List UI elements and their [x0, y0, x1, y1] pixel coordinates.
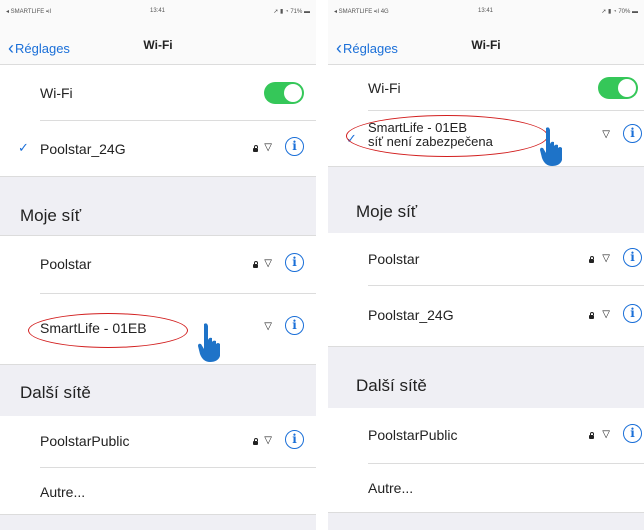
info-icon[interactable]: i: [285, 430, 304, 449]
lock-icon: [253, 145, 258, 152]
wifi-icon: ▽: [264, 142, 272, 153]
section-title: Další sítě: [20, 383, 91, 402]
wifi-icon: ▽: [264, 435, 272, 446]
wifi-icon: ▽: [602, 253, 610, 264]
lock-icon: [589, 432, 594, 439]
wifi-toggle[interactable]: [264, 82, 304, 104]
phone-screen-right: ◂ SMARTLIFE ▪ıl 4G 13:41 ➚ ▮ ◔ 70% ▬ ‹Ré…: [328, 0, 644, 530]
network-row-poolstarpublic[interactable]: PoolstarPublic ▽ i: [328, 408, 644, 464]
section-title: Další sítě: [356, 376, 427, 395]
wifi-icon: ▽: [602, 309, 610, 320]
status-bar: ◂ SMARTLIFE ▪ıl 4G 13:41 ➚ ▮ ◔ 70% ▬: [328, 0, 644, 26]
section-title: Moje síť: [20, 206, 82, 225]
section-gap: [0, 514, 316, 530]
wifi-icon: ▽: [602, 429, 610, 440]
lock-icon: [589, 256, 594, 263]
network-row-poolstarpublic[interactable]: PoolstarPublic ▽ i: [0, 416, 316, 468]
status-time: 13:41: [150, 8, 166, 14]
checkmark-icon: ✓: [18, 140, 29, 155]
network-row-poolstar[interactable]: Poolstar ▽ i: [328, 233, 644, 286]
nav-bar: ‹Réglages Wi-Fi: [0, 26, 316, 65]
info-icon[interactable]: i: [623, 248, 642, 267]
network-name: Poolstar_24G: [368, 307, 454, 323]
info-icon[interactable]: i: [623, 424, 642, 443]
info-icon[interactable]: i: [285, 137, 304, 156]
info-icon[interactable]: i: [623, 124, 642, 143]
section-header-other: Další sítě: [328, 366, 644, 406]
pointing-hand-icon: [198, 323, 220, 362]
network-row-poolstar-24g[interactable]: Poolstar_24G ▽ i: [328, 286, 644, 346]
wifi-toggle[interactable]: [598, 77, 638, 99]
network-name: PoolstarPublic: [40, 433, 130, 449]
carrier-signal: ◂ SMARTLIFE ▪ıl 4G: [334, 9, 389, 15]
section-header-my: Moje síť: [328, 190, 644, 232]
wifi-toggle-row: Wi-Fi: [0, 65, 316, 121]
other-label: Autre...: [40, 484, 86, 500]
network-row-poolstar[interactable]: Poolstar ▽ i: [0, 236, 316, 294]
pointing-hand-icon: [540, 127, 562, 166]
status-bar: ◂ SMARTLIFE ▪ıl 13:41 ➚ ▮ ◔ 71% ▬: [0, 0, 316, 26]
carrier-signal: ◂ SMARTLIFE ▪ıl: [6, 9, 52, 15]
other-label: Autre...: [368, 480, 414, 496]
section-gap: [328, 512, 644, 530]
other-network-row[interactable]: Autre...: [0, 468, 316, 514]
network-name: PoolstarPublic: [368, 427, 458, 443]
wifi-icon: ▽: [264, 321, 272, 332]
connected-network-row[interactable]: ✓ Poolstar_24G ▽ i: [0, 121, 316, 176]
network-name: Poolstar: [368, 251, 420, 267]
lock-icon: [589, 312, 594, 319]
nav-bar: ‹Réglages Wi-Fi: [328, 26, 644, 65]
page-title: Wi-Fi: [143, 38, 173, 52]
wifi-label: Wi-Fi: [40, 85, 73, 101]
battery-status: ➚ ▮ ◔ 71% ▬: [273, 9, 310, 15]
wifi-icon: ▽: [602, 129, 610, 140]
section-title: Moje síť: [356, 202, 418, 221]
highlight-oval: [346, 115, 548, 157]
phone-screen-left: ◂ SMARTLIFE ▪ıl 13:41 ➚ ▮ ◔ 71% ▬ ‹Régla…: [0, 0, 316, 530]
network-name: Poolstar_24G: [40, 141, 126, 157]
wifi-icon: ▽: [264, 258, 272, 269]
section-header-other: Další sítě: [0, 370, 316, 414]
info-icon[interactable]: i: [623, 304, 642, 323]
lock-icon: [253, 438, 258, 445]
page-title: Wi-Fi: [471, 38, 501, 52]
wifi-toggle-row: Wi-Fi: [328, 65, 644, 111]
battery-status: ➚ ▮ ◔ 70% ▬: [601, 9, 638, 15]
info-icon[interactable]: i: [285, 253, 304, 272]
status-time: 13:41: [478, 8, 494, 14]
info-icon[interactable]: i: [285, 316, 304, 335]
lock-icon: [253, 261, 258, 268]
highlight-oval: [28, 313, 188, 348]
divider: [316, 0, 328, 530]
wifi-label: Wi-Fi: [368, 80, 401, 96]
section-header-my: Moje síť: [0, 191, 316, 236]
other-network-row[interactable]: Autre...: [328, 464, 644, 512]
network-name: Poolstar: [40, 256, 92, 272]
